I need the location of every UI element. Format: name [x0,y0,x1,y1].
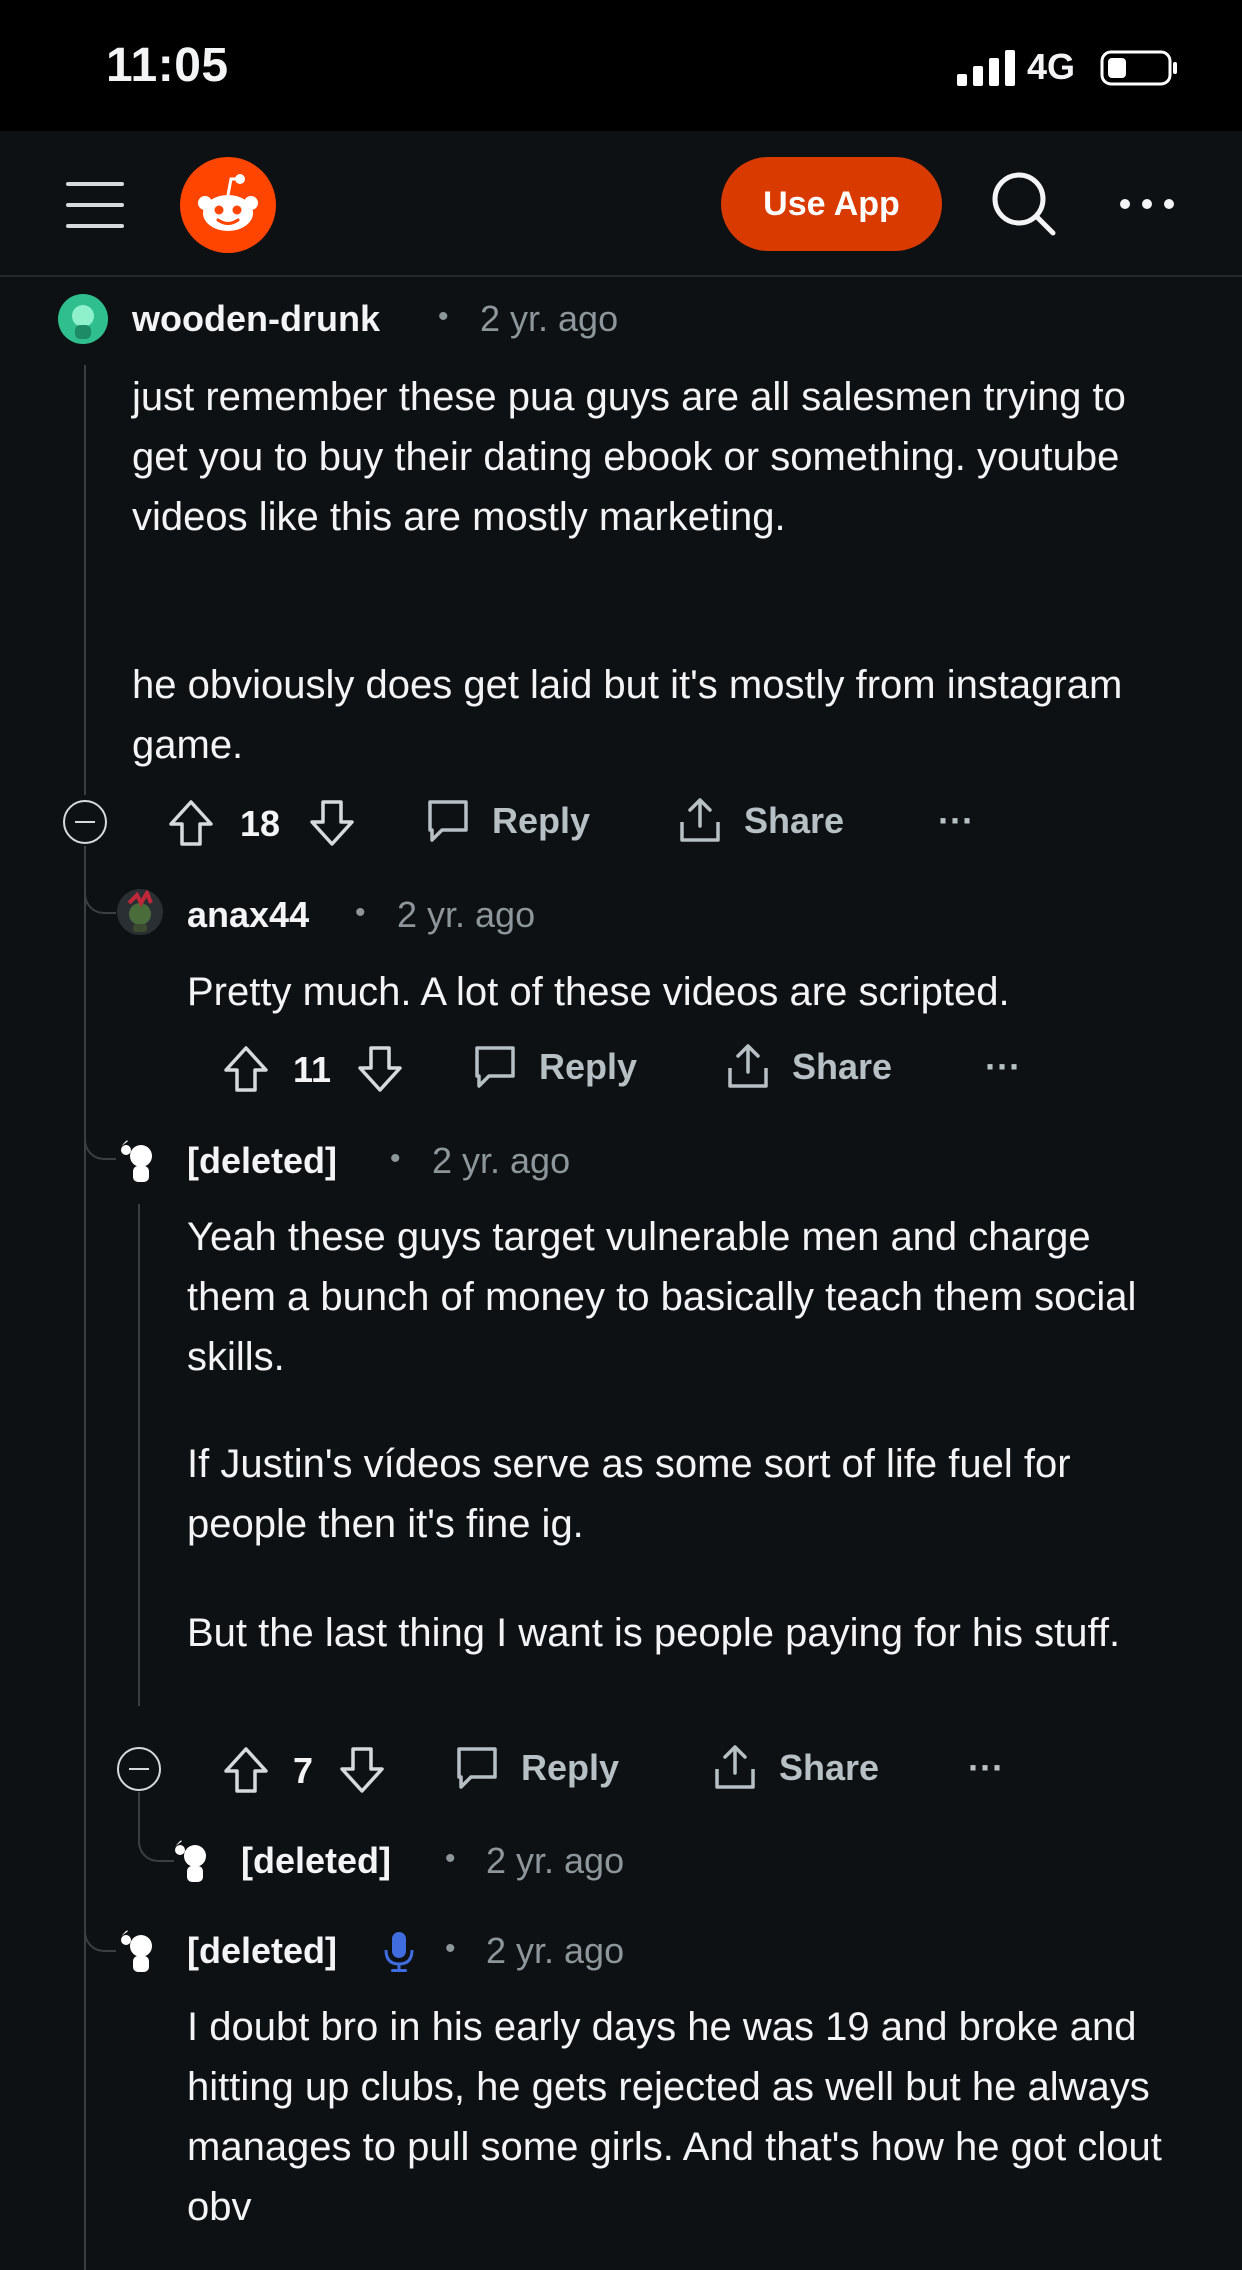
comment-author: [deleted] [241,1840,392,1881]
comment-age: 2 yr. ago [397,894,536,935]
reply-label: Reply [492,800,591,841]
comment-age: 2 yr. ago [486,1840,625,1881]
comment-body: just remember these pua guys are all sal… [132,375,1126,539]
share-button[interactable]: Share [724,1042,892,1092]
comment-author[interactable]: wooden-drunk [132,298,380,340]
snoo-avatar-icon [72,305,94,339]
thread-line [138,1204,140,1706]
comment-body: But the last thing I want is people payi… [187,1611,1121,1655]
comment-bubble-icon [428,800,468,842]
thread-line [84,846,86,2270]
deleted-user-avatar [118,1928,152,1972]
comment-body: Yeah these guys target vulnerable men an… [187,1215,1137,1379]
comment-bubble-icon [475,1046,515,1088]
menu-icon[interactable] [66,180,124,230]
comment-age: 2 yr. ago [486,1930,625,1971]
vote-score: 7 [293,1750,314,1791]
share-icon [680,798,720,842]
upvote-icon[interactable] [222,1745,270,1795]
reply-button[interactable]: Reply [424,796,590,846]
status-bar: 11:05 4G [0,0,1242,131]
microphone-icon [384,1932,414,1972]
thread-elbow [84,1126,116,1160]
share-label: Share [779,1747,880,1788]
reply-button[interactable]: Reply [471,1042,637,1092]
reply-label: Reply [521,1747,620,1788]
collapse-thread-button[interactable] [117,1747,161,1791]
reply-label: Reply [539,1046,638,1087]
comment-age: 2 yr. ago [480,298,619,339]
share-button[interactable]: Share [711,1743,879,1793]
user-avatar[interactable] [117,889,163,935]
thread-line [138,1792,140,1830]
comment-age: 2 yr. ago [432,1140,571,1181]
comment-author: [deleted] [187,1930,338,1971]
upvote-icon[interactable] [222,1044,270,1094]
thread-elbow [138,1828,174,1862]
downvote-icon[interactable] [356,1044,404,1094]
comment-body: I doubt bro in his early days he was 19 … [187,2005,1162,2229]
share-button[interactable]: Share [676,796,844,846]
separator-dot: • [355,896,366,929]
reply-button[interactable]: Reply [453,1743,619,1793]
downvote-icon[interactable] [338,1745,386,1795]
signal-icon [957,50,1015,86]
share-label: Share [744,800,845,841]
comment-body: he obviously does get laid but it's most… [132,663,1123,767]
deleted-user-avatar [172,1838,206,1882]
thread-line [84,365,86,795]
comment-author[interactable]: anax44 [187,894,309,936]
separator-dot: • [438,300,449,333]
vote-score: 11 [293,1049,332,1090]
collapse-thread-button[interactable] [63,800,107,844]
comment-body: If Justin's vídeos serve as some sort of… [187,1442,1071,1546]
network-type: 4G [1027,46,1076,87]
vote-score: 18 [240,803,281,844]
share-icon [728,1044,768,1088]
separator-dot: • [445,1842,456,1875]
comment-more-button[interactable]: ··· [938,800,974,842]
share-label: Share [792,1046,893,1087]
reddit-logo[interactable] [180,157,276,253]
battery-icon [1100,50,1177,86]
downvote-icon[interactable] [308,798,356,848]
search-icon[interactable] [991,171,1057,237]
deleted-user-avatar [118,1138,152,1182]
comment-more-button[interactable]: ··· [985,1046,1021,1088]
comment-author: [deleted] [187,1140,338,1181]
share-icon [715,1745,755,1789]
separator-dot: • [445,1932,456,1965]
user-avatar[interactable] [58,294,108,344]
separator-dot: • [390,1142,401,1175]
snoo-avatar-icon [127,889,153,932]
comment-more-button[interactable]: ··· [968,1747,1004,1789]
use-app-button[interactable]: Use App [721,157,942,251]
more-options-icon[interactable] [1118,189,1176,219]
snoo-icon [198,174,258,231]
upvote-icon[interactable] [167,798,215,848]
thread-elbow [84,880,116,914]
thread-elbow [84,1918,116,1952]
comment-body: Pretty much. A lot of these videos are s… [187,970,1010,1014]
comment-bubble-icon [457,1747,497,1789]
status-time: 11:05 [106,39,229,92]
